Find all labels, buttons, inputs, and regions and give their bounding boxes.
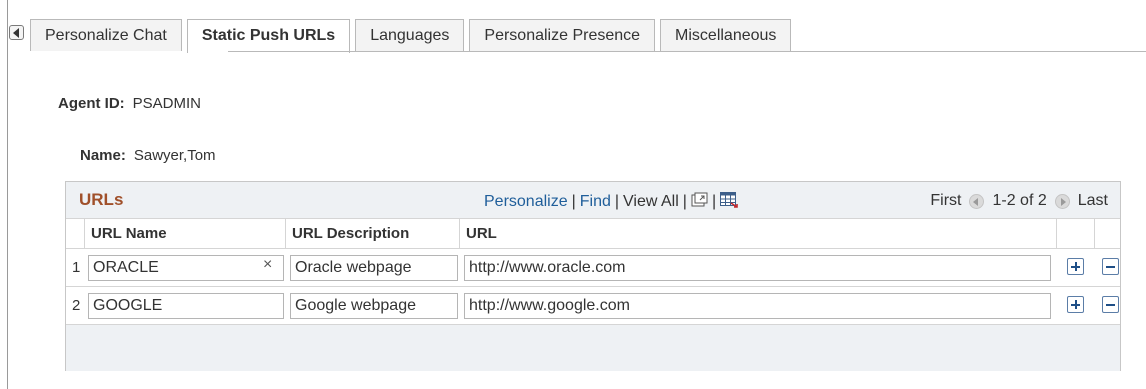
agent-id-field: Agent ID: PSADMIN xyxy=(58,95,201,112)
tab-bar: Personalize Chat Static Push URLs Langua… xyxy=(0,0,1146,53)
name-field: Name: Sawyer,Tom xyxy=(80,147,216,164)
column-header-url-name[interactable]: URL Name xyxy=(85,219,286,249)
column-header-url-description[interactable]: URL Description xyxy=(286,219,460,249)
url-name-input[interactable]: ORACLE xyxy=(88,255,284,281)
previous-arrow-icon[interactable] xyxy=(969,193,985,209)
row-number-header xyxy=(66,219,85,249)
grid-header: URLs Personalize | Find | View All | | First 1-… xyxy=(66,182,1120,218)
tab-miscellaneous[interactable]: Miscellaneous xyxy=(660,19,792,51)
column-header-row: URL Name URL Description URL xyxy=(66,218,1120,249)
separator: | xyxy=(571,193,576,210)
tab-personalize-presence[interactable]: Personalize Presence xyxy=(469,19,656,51)
url-input[interactable]: http://www.google.com xyxy=(464,293,1051,319)
download-spreadsheet-icon[interactable] xyxy=(720,192,738,208)
agent-id-value: PSADMIN xyxy=(132,95,202,112)
separator: | xyxy=(614,193,620,210)
clear-field-icon[interactable]: × xyxy=(263,256,272,274)
add-row-button[interactable] xyxy=(1067,296,1084,313)
url-description-input[interactable]: Oracle webpage xyxy=(290,255,458,281)
page-left-border xyxy=(7,0,8,389)
add-row-button[interactable] xyxy=(1067,258,1084,275)
tab-languages[interactable]: Languages xyxy=(355,19,465,51)
url-name-input[interactable]: GOOGLE xyxy=(88,293,284,319)
find-link[interactable]: Find xyxy=(580,193,611,210)
tab-scroll-left-icon[interactable] xyxy=(9,25,24,40)
name-label: Name: xyxy=(80,147,126,164)
next-arrow-icon[interactable] xyxy=(1054,193,1070,209)
row-range: 1-2 of 2 xyxy=(992,192,1047,209)
grid-title: URLs xyxy=(79,190,124,209)
agent-id-label: Agent ID: xyxy=(58,95,125,112)
delete-row-button[interactable] xyxy=(1102,296,1119,313)
row-number: 2 xyxy=(72,297,81,314)
first-link[interactable]: First xyxy=(930,192,961,209)
column-header-url[interactable]: URL xyxy=(460,219,1057,249)
delete-row-button[interactable] xyxy=(1102,258,1119,275)
grid-footer xyxy=(66,324,1120,371)
tab-personalize-chat[interactable]: Personalize Chat xyxy=(30,19,182,51)
pagination: First 1-2 of 2 Last xyxy=(930,192,1108,210)
name-value: Sawyer,Tom xyxy=(133,147,216,164)
view-all-link[interactable]: View All xyxy=(623,193,679,210)
grid-toolbar: Personalize | Find | View All | | xyxy=(484,192,738,211)
tab-static-push-urls[interactable]: Static Push URLs xyxy=(186,19,351,53)
table-row: 2 GOOGLE Google webpage http://www.googl… xyxy=(66,286,1120,325)
urls-grid: URLs Personalize | Find | View All | | First 1-… xyxy=(65,181,1121,371)
table-row: 1 ORACLE × Oracle webpage http://www.ora… xyxy=(66,248,1120,287)
url-description-input[interactable]: Google webpage xyxy=(290,293,458,319)
separator: | xyxy=(711,193,717,210)
row-number: 1 xyxy=(72,259,81,276)
add-column-header xyxy=(1057,219,1095,249)
personalize-link[interactable]: Personalize xyxy=(484,193,568,210)
url-input[interactable]: http://www.oracle.com xyxy=(464,255,1051,281)
new-window-icon[interactable] xyxy=(691,192,708,207)
tab-baseline xyxy=(228,51,1146,52)
tab-list: Personalize Chat Static Push URLs Langua… xyxy=(30,19,796,53)
separator: | xyxy=(682,193,687,210)
last-link[interactable]: Last xyxy=(1078,192,1108,209)
